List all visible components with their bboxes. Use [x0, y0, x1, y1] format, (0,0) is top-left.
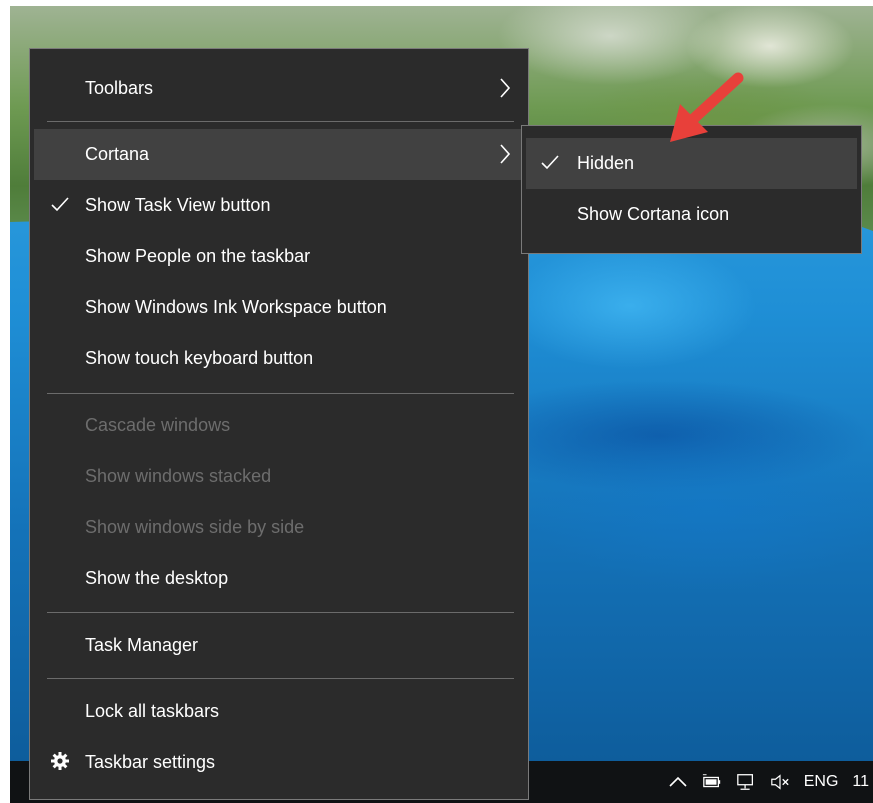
submenu-item-label: Show Cortana icon — [577, 204, 730, 224]
menu-item-show-windows-stacked: Show windows stacked — [34, 451, 524, 502]
menu-separator — [47, 121, 514, 122]
menu-item-label: Taskbar settings — [85, 752, 216, 772]
menu-item-label: Show People on the taskbar — [85, 246, 311, 266]
menu-item-show-windows-ink[interactable]: Show Windows Ink Workspace button — [34, 282, 524, 333]
system-tray: ENG 11 — [668, 761, 873, 803]
menu-item-label: Task Manager — [85, 635, 199, 655]
language-indicator[interactable]: ENG — [804, 773, 839, 791]
submenu-item-label: Hidden — [577, 153, 635, 173]
battery-icon[interactable] — [702, 772, 722, 792]
menu-item-label: Show Windows Ink Workspace button — [85, 297, 387, 317]
menu-item-show-touch-keyboard[interactable]: Show touch keyboard button — [34, 333, 524, 384]
menu-item-label: Show Task View button — [85, 195, 271, 215]
menu-item-label: Cortana — [85, 144, 150, 164]
menu-item-label: Lock all taskbars — [85, 701, 220, 721]
chevron-right-icon — [500, 144, 511, 164]
clock[interactable]: 11 — [852, 773, 869, 791]
menu-item-show-windows-side-by-side: Show windows side by side — [34, 502, 524, 553]
menu-item-show-people[interactable]: Show People on the taskbar — [34, 231, 524, 282]
chevron-right-icon — [500, 78, 511, 98]
show-hidden-icons-chevron-icon[interactable] — [668, 772, 688, 792]
submenu-item-show-cortana-icon[interactable]: Show Cortana icon — [526, 189, 857, 240]
menu-item-label: Cascade windows — [85, 415, 231, 435]
menu-item-label: Show windows side by side — [85, 517, 305, 537]
menu-separator — [47, 612, 514, 613]
menu-separator — [47, 393, 514, 394]
volume-muted-icon[interactable] — [770, 772, 790, 792]
menu-item-taskbar-settings[interactable]: Taskbar settings — [34, 737, 524, 788]
menu-separator — [47, 678, 514, 679]
gear-icon — [51, 752, 69, 770]
menu-item-lock-all-taskbars[interactable]: Lock all taskbars — [34, 686, 524, 737]
network-icon[interactable] — [736, 772, 756, 792]
taskbar-context-menu: Toolbars Cortana Show Task View button S… — [29, 48, 529, 800]
menu-item-toolbars[interactable]: Toolbars — [34, 63, 524, 114]
menu-item-label: Show windows stacked — [85, 466, 272, 486]
menu-item-task-manager[interactable]: Task Manager — [34, 620, 524, 671]
checkmark-icon — [51, 197, 69, 212]
menu-item-show-the-desktop[interactable]: Show the desktop — [34, 553, 524, 604]
menu-item-show-task-view-button[interactable]: Show Task View button — [34, 180, 524, 231]
menu-item-cortana[interactable]: Cortana — [34, 129, 524, 180]
menu-item-label: Show touch keyboard button — [85, 348, 314, 368]
menu-item-label: Show the desktop — [85, 568, 229, 588]
menu-item-label: Toolbars — [85, 78, 154, 98]
menu-item-cascade-windows: Cascade windows — [34, 400, 524, 451]
red-arrow-annotation-icon — [670, 72, 744, 142]
checkmark-icon — [541, 155, 559, 170]
